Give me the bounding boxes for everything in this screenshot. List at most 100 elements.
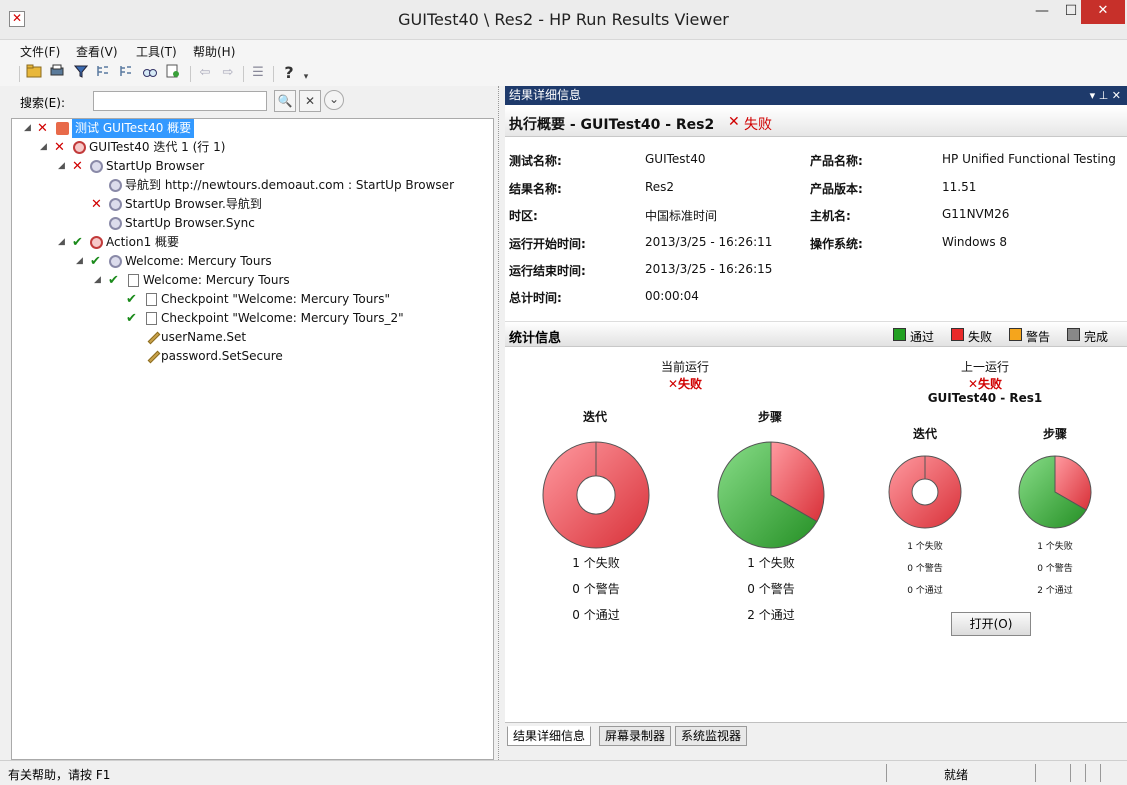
- test-icon: [56, 122, 69, 135]
- product-name-value: HP Unified Functional Testing: [942, 152, 1116, 166]
- page-icon: [128, 274, 139, 287]
- open-folder-icon[interactable]: [25, 64, 43, 82]
- page-icon: [146, 293, 157, 306]
- current-run-status: ✕失败: [667, 377, 703, 391]
- host-name-label: 主机名:: [810, 209, 851, 223]
- tree-node-label: Action1 概要: [106, 235, 180, 249]
- window-title: GUITest40 \ Res2 - HP Run Results Viewer: [398, 10, 729, 29]
- total-time-value: 00:00:04: [645, 289, 699, 303]
- pane-controls[interactable]: ▾ ⊥ ✕: [1090, 86, 1121, 105]
- fail-icon: ✕: [54, 140, 65, 155]
- status-divider: [886, 764, 887, 782]
- previous-run-name: GUITest40 - Res1: [927, 391, 1043, 405]
- statistics-header: 统计信息 通过 失败 警告 完成: [505, 321, 1127, 347]
- previous-iteration-fail-count: 1 个失败: [907, 542, 943, 552]
- host-name-value: G11NVM26: [942, 207, 1010, 221]
- menu-view[interactable]: 查看(V): [76, 43, 118, 60]
- toolbar-overflow-icon[interactable]: ▾: [297, 68, 315, 86]
- tab-screen-recorder[interactable]: 屏幕录制器: [599, 726, 672, 746]
- search-options-button[interactable]: ⌄: [324, 90, 344, 110]
- current-step-fail-count: 1 个失败: [747, 556, 795, 570]
- product-version-value: 11.51: [942, 180, 977, 194]
- tree-node-label: Welcome: Mercury Tours: [125, 254, 272, 268]
- current-iteration-fail-count: 1 个失败: [572, 556, 620, 570]
- legend-warning-label: 警告: [1026, 330, 1051, 344]
- toolbar-separator: [190, 66, 191, 82]
- collapse-all-icon[interactable]: [117, 64, 135, 82]
- previous-step-fail-count: 1 个失败: [1037, 542, 1073, 552]
- pass-icon: ✔: [90, 254, 101, 269]
- find-icon[interactable]: [141, 64, 159, 82]
- pass-icon: ✔: [72, 235, 83, 250]
- menu-help[interactable]: 帮助(H): [193, 43, 235, 60]
- pencil-icon: [147, 350, 161, 364]
- previous-step-pie: [1018, 455, 1092, 529]
- open-previous-run-button[interactable]: 打开(O): [951, 612, 1031, 636]
- end-time-value: 2013/3/25 - 16:26:15: [645, 262, 773, 276]
- toolbar: ⇦ ⇨ ☰ ? ▾: [0, 60, 1127, 86]
- pass-icon: ✔: [126, 311, 137, 326]
- forward-icon[interactable]: ⇨: [219, 64, 237, 82]
- menu-file[interactable]: 文件(F): [20, 43, 60, 60]
- toolbar-separator: [19, 66, 20, 82]
- tree-expander-icon[interactable]: ◢: [24, 119, 34, 138]
- help-icon[interactable]: ?: [280, 64, 298, 82]
- tree-expander-icon[interactable]: ◢: [76, 252, 86, 271]
- tree-expander-icon[interactable]: ◢: [58, 233, 68, 252]
- tree-expander-icon[interactable]: ◢: [40, 138, 50, 157]
- back-icon[interactable]: ⇦: [196, 64, 214, 82]
- iteration-icon: [73, 141, 86, 154]
- result-name-label: 结果名称:: [509, 182, 562, 196]
- pencil-icon: [147, 331, 161, 345]
- minimize-button[interactable]: —: [1028, 0, 1056, 24]
- list-icon[interactable]: ☰: [249, 64, 267, 82]
- timezone-label: 时区:: [509, 209, 538, 223]
- os-label: 操作系统:: [810, 237, 863, 251]
- previous-iteration-title: 迭代: [912, 427, 937, 441]
- results-tree: ◢ ✕ 测试 GUITest40 概要 ◢ ✕ GUITest40 迭代 1 (…: [11, 118, 494, 760]
- tree-expander-icon[interactable]: ◢: [58, 157, 68, 176]
- execution-status: 失败: [744, 117, 772, 133]
- close-button[interactable]: ✕: [1081, 0, 1125, 24]
- tab-result-details[interactable]: 结果详细信息: [507, 726, 592, 746]
- status-divider: [1085, 764, 1086, 782]
- tree-node-label: Welcome: Mercury Tours: [143, 273, 290, 287]
- tree-expander-icon[interactable]: ◢: [94, 271, 104, 290]
- filter-icon[interactable]: [72, 64, 90, 82]
- execution-summary-title: 执行概要 - GUITest40 - Res2: [509, 117, 715, 133]
- start-time-value: 2013/3/25 - 16:26:11: [645, 235, 773, 249]
- previous-step-warn-count: 0 个警告: [1037, 564, 1073, 574]
- title-bar: GUITest40 \ Res2 - HP Run Results Viewer…: [0, 0, 1127, 40]
- current-step-pie: [717, 441, 825, 549]
- current-iteration-pass-count: 0 个通过: [572, 608, 620, 622]
- toolbar-separator: [243, 66, 244, 82]
- result-name-value: Res2: [645, 180, 675, 194]
- tab-system-monitor[interactable]: 系统监视器: [675, 726, 748, 746]
- total-time-label: 总计时间:: [509, 291, 562, 305]
- tree-node-label: password.SetSecure: [161, 349, 283, 363]
- export-icon[interactable]: [164, 64, 182, 82]
- browser-icon: [109, 179, 122, 192]
- pie-hole: [576, 475, 616, 515]
- pane-splitter[interactable]: [498, 86, 505, 760]
- product-name-label: 产品名称:: [810, 154, 863, 168]
- pass-icon: ✔: [108, 273, 119, 288]
- app-window: GUITest40 \ Res2 - HP Run Results Viewer…: [0, 0, 1127, 785]
- tree-node-label: userName.Set: [161, 330, 247, 344]
- os-value: Windows 8: [942, 235, 1008, 249]
- search-input[interactable]: [93, 91, 267, 111]
- status-ready-text: 就绪: [944, 768, 969, 782]
- test-name-value: GUITest40: [645, 152, 706, 166]
- print-icon[interactable]: [48, 64, 66, 82]
- search-label: 搜索(E):: [20, 96, 65, 110]
- execution-summary-header: 执行概要 - GUITest40 - Res2 ✕ 失败: [505, 107, 1127, 137]
- current-step-title: 步骤: [757, 410, 782, 424]
- fail-icon: ✕: [728, 114, 740, 130]
- menu-tools[interactable]: 工具(T): [136, 43, 177, 60]
- tree-node-label: 导航到 http://newtours.demoaut.com : StartU…: [125, 178, 454, 192]
- expand-all-icon[interactable]: [94, 64, 112, 82]
- pane-header: 结果详细信息 ▾ ⊥ ✕: [505, 86, 1127, 105]
- clear-search-button[interactable]: ✕: [299, 90, 321, 112]
- result-details-pane: 结果详细信息 ▾ ⊥ ✕ 执行概要 - GUITest40 - Res2 ✕ 失…: [505, 86, 1127, 760]
- search-button[interactable]: 🔍: [274, 90, 296, 112]
